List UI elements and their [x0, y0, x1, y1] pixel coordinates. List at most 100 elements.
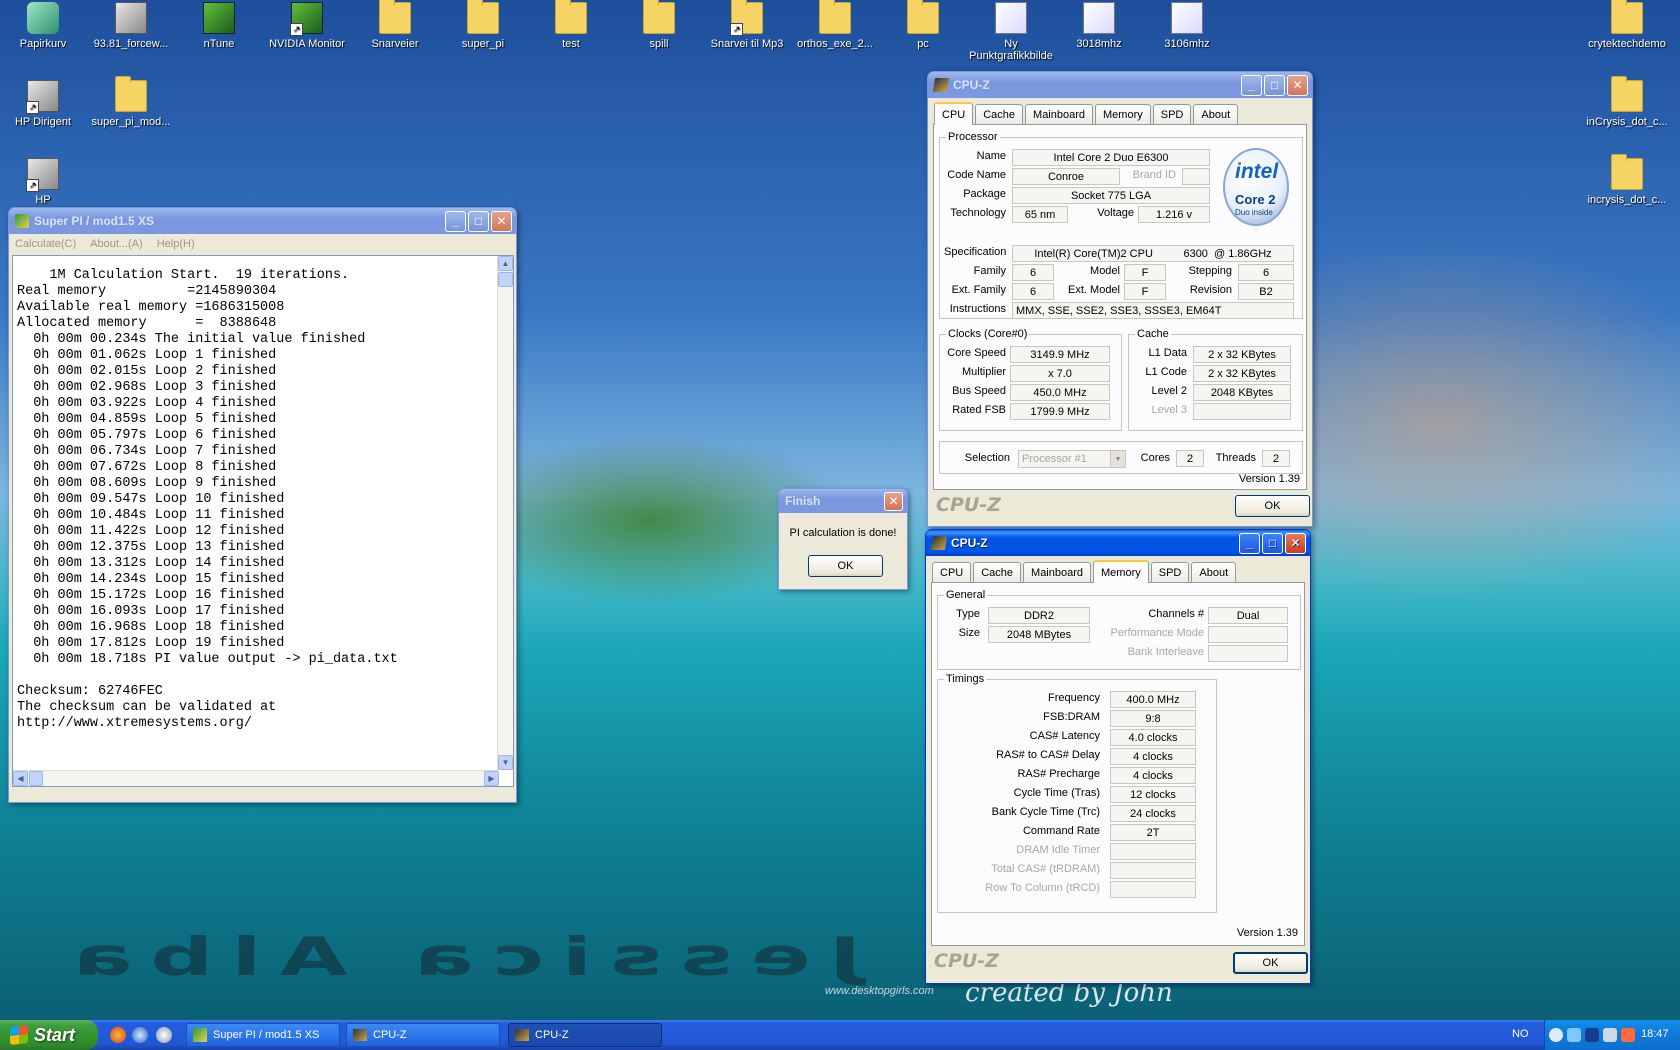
- cpuz-title: CPU-Z: [951, 536, 988, 550]
- language-indicator[interactable]: NO: [1512, 1028, 1529, 1040]
- desktop-icon-snarveier[interactable]: Snarveier: [350, 0, 440, 50]
- tab-mainboard[interactable]: Mainboard: [1025, 104, 1094, 124]
- start-button[interactable]: Start: [0, 1020, 98, 1050]
- tab-memory[interactable]: Memory: [1095, 104, 1151, 124]
- taskbar-button-cpuz-2[interactable]: CPU-Z: [508, 1023, 662, 1047]
- cpuz-app-icon: [353, 1029, 367, 1041]
- superpi-window[interactable]: Super PI / mod1.5 XS _ □ ✕ Calculate(C) …: [8, 207, 517, 803]
- tab-mainboard[interactable]: Mainboard: [1023, 562, 1092, 582]
- desktop-icon-crytektechdemo[interactable]: crytektechdemo: [1582, 0, 1672, 50]
- desktop-icon-pc[interactable]: pc: [878, 0, 968, 50]
- desktop-icon-ntune[interactable]: nTune: [174, 2, 264, 50]
- desktop-icon-incrysis-2[interactable]: incrysis_dot_c...: [1582, 154, 1672, 206]
- processor-family: 6: [1012, 264, 1054, 281]
- processor-group: Processor Name Intel Core 2 Duo E6300 Co…: [939, 131, 1303, 319]
- finish-dialog[interactable]: Finish ✕ PI calculation is done! OK: [778, 488, 908, 590]
- tab-cpu[interactable]: CPU: [932, 562, 972, 582]
- browser-icon[interactable]: [132, 1027, 148, 1043]
- desktop-icon-incrysis-1[interactable]: inCrysis_dot_c...: [1582, 76, 1672, 128]
- cpuz-cpu-window[interactable]: CPU-Z _ □ ✕ CPU Cache Mainboard Memory S…: [927, 71, 1313, 527]
- maximize-button[interactable]: □: [468, 210, 489, 232]
- desktop-icon-nvidia-monitor[interactable]: NVIDIA Monitor: [262, 2, 352, 50]
- processor-revision: B2: [1238, 283, 1294, 300]
- timing-fsb-dram: 9:8: [1110, 710, 1196, 727]
- desktop-icon-recycle-bin[interactable]: Papirkurv: [0, 2, 88, 50]
- ok-button[interactable]: OK: [808, 555, 883, 577]
- chevron-down-icon[interactable]: ▼: [1110, 451, 1125, 467]
- finish-titlebar[interactable]: Finish ✕: [779, 489, 907, 513]
- close-button[interactable]: ✕: [1287, 74, 1308, 96]
- taskbar-button-superpi[interactable]: Super PI / mod1.5 XS: [186, 1023, 340, 1047]
- desktop-icon-forceware[interactable]: 93.81_forcew...: [86, 2, 176, 50]
- horizontal-scrollbar[interactable]: ◀ ▶: [13, 770, 499, 786]
- close-button[interactable]: ✕: [491, 210, 512, 232]
- desktop-icon-hp-dirigent[interactable]: HP Dirigent: [0, 80, 88, 128]
- taskbar-clock[interactable]: 18:47: [1641, 1028, 1669, 1040]
- taskbar-button-cpuz-1[interactable]: CPU-Z: [346, 1023, 500, 1047]
- close-button[interactable]: ✕: [1285, 532, 1306, 554]
- menu-help[interactable]: Help(H): [157, 238, 195, 250]
- processor-instructions: MMX, SSE, SSE2, SSE3, SSSE3, EM64T: [1012, 302, 1294, 319]
- desktop-icon-super-pi[interactable]: super_pi: [438, 0, 528, 50]
- processor-ext-model: F: [1124, 283, 1166, 300]
- desktop-icon-test[interactable]: test: [526, 0, 616, 50]
- superpi-output-area[interactable]: 1M Calculation Start. 19 iterations. Rea…: [12, 255, 514, 787]
- superpi-app-icon: [15, 214, 29, 228]
- tab-cpu[interactable]: CPU: [934, 102, 974, 125]
- folder-icon: [643, 0, 675, 34]
- cpuz-titlebar[interactable]: CPU-Z _ □ ✕: [928, 72, 1312, 98]
- tab-cache[interactable]: Cache: [973, 562, 1022, 582]
- desktop-icon-super-pi-mod[interactable]: super_pi_mod...: [86, 76, 176, 128]
- tab-spd[interactable]: SPD: [1150, 562, 1190, 582]
- processor-select[interactable]: Processor #1 ▼: [1018, 450, 1126, 468]
- menu-calculate[interactable]: Calculate(C): [15, 238, 76, 250]
- desktop-icon-hp[interactable]: HP: [0, 158, 88, 206]
- cpuz-titlebar[interactable]: CPU-Z _ □ ✕: [926, 530, 1310, 556]
- rated-fsb: 1799.9 MHz: [1010, 403, 1110, 420]
- desktop-icon-3106mhz[interactable]: 3106mhz: [1142, 2, 1232, 50]
- recycle-bin-icon: [27, 2, 59, 34]
- minimize-button[interactable]: _: [445, 210, 466, 232]
- desktop-icon-orthos[interactable]: orthos_exe_2...: [790, 0, 880, 50]
- superpi-menubar: Calculate(C) About...(A) Help(H): [9, 234, 516, 254]
- menu-about[interactable]: About...(A): [90, 238, 143, 250]
- security-icon[interactable]: [1621, 1028, 1635, 1042]
- cache-group: Cache L1 Data 2 x 32 KBytes L1 Code 2 x …: [1128, 328, 1303, 431]
- nvidia-tray-icon[interactable]: [1585, 1028, 1599, 1042]
- media-player-icon[interactable]: [156, 1027, 172, 1043]
- tab-memory[interactable]: Memory: [1093, 560, 1149, 583]
- scroll-right-icon[interactable]: ▶: [484, 771, 499, 786]
- taskbar: Start Super PI / mod1.5 XS CPU-Z CPU-Z N…: [0, 1020, 1680, 1050]
- processor-technology: 65 nm: [1012, 206, 1068, 223]
- vertical-scrollbar[interactable]: ▲ ▼: [497, 256, 513, 770]
- firefox-icon[interactable]: [110, 1027, 126, 1043]
- desktop-icon-3018mhz[interactable]: 3018mhz: [1054, 2, 1144, 50]
- desktop-icon-spill[interactable]: spill: [614, 0, 704, 50]
- superpi-titlebar[interactable]: Super PI / mod1.5 XS _ □ ✕: [9, 208, 516, 234]
- scroll-up-icon[interactable]: ▲: [498, 256, 513, 271]
- maximize-button[interactable]: □: [1262, 532, 1283, 554]
- cpuz-memory-window[interactable]: CPU-Z _ □ ✕ CPU Cache Mainboard Memory S…: [925, 529, 1311, 984]
- scroll-left-icon[interactable]: ◀: [13, 771, 28, 786]
- maximize-button[interactable]: □: [1264, 74, 1285, 96]
- tray-expand-icon[interactable]: [1549, 1028, 1563, 1042]
- desktop-icon-mp3-shortcut[interactable]: Snarvei til Mp3: [702, 0, 792, 50]
- multiplier: x 7.0: [1010, 365, 1110, 382]
- close-button[interactable]: ✕: [884, 491, 903, 511]
- tab-cache[interactable]: Cache: [975, 104, 1024, 124]
- vertical-scroll-thumb[interactable]: [498, 272, 513, 287]
- ok-button[interactable]: OK: [1233, 952, 1308, 974]
- horizontal-scroll-thumb[interactable]: [29, 771, 43, 786]
- tab-about[interactable]: About: [1191, 562, 1237, 582]
- network-icon[interactable]: [1567, 1028, 1581, 1042]
- ok-button[interactable]: OK: [1235, 495, 1310, 517]
- volume-icon[interactable]: [1603, 1028, 1617, 1042]
- minimize-button[interactable]: _: [1239, 532, 1260, 554]
- desktop-icon-new-bitmap[interactable]: Ny Punktgrafikkbilde: [966, 2, 1056, 62]
- windows-flag-icon: [10, 1025, 28, 1045]
- tab-about[interactable]: About: [1193, 104, 1239, 124]
- scroll-down-icon[interactable]: ▼: [498, 755, 513, 770]
- threads-count: 2: [1262, 450, 1290, 467]
- minimize-button[interactable]: _: [1241, 74, 1262, 96]
- tab-spd[interactable]: SPD: [1152, 104, 1192, 124]
